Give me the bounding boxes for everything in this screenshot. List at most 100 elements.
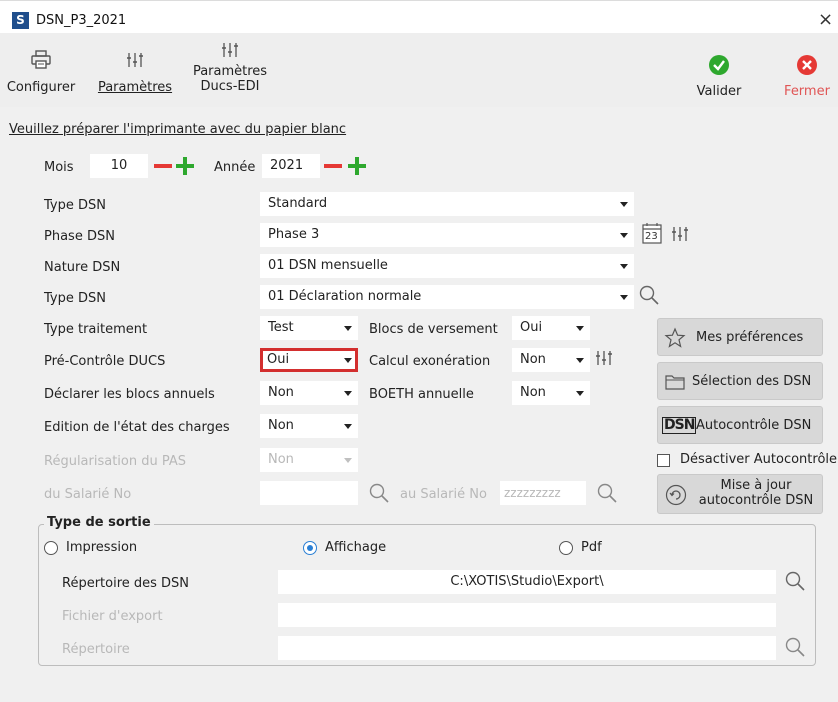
printer-icon [31,50,51,69]
type-traitement-label: Type traitement [44,322,148,337]
annee-minus-button[interactable] [324,164,342,168]
search-icon [785,571,805,591]
configurer-label: Configurer [6,80,76,95]
chevron-down-icon [576,391,584,396]
refresh-icon [665,484,687,506]
chevron-down-icon [620,264,628,269]
calcul-exoneration-select[interactable]: Non [512,348,590,372]
blocs-annuels-select[interactable]: Non [260,381,358,405]
printer-notice: Veuillez préparer l'imprimante avec du p… [9,122,347,137]
type-dsn-value: Standard [268,196,328,211]
regularisation-value: Non [268,452,294,467]
blocs-annuels-value: Non [268,385,294,400]
du-salarie-input[interactable] [260,481,358,505]
phase-dsn-label: Phase DSN [44,229,115,244]
window-close-button[interactable]: × [818,9,833,30]
window-title: DSN_P3_2021 [36,13,127,28]
mise-a-jour-autocontrole-button[interactable]: Mise à jour autocontrôle DSN [657,474,823,514]
au-salarie-input[interactable]: zzzzzzzzz [500,481,586,505]
search-icon [597,483,617,503]
pdf-label: Pdf [581,540,602,555]
affichage-label: Affichage [325,540,387,555]
edition-charges-select[interactable]: Non [260,414,358,438]
regularisation-select[interactable]: Non [260,448,358,472]
au-salarie-search-button[interactable] [596,482,618,508]
impression-radio[interactable] [44,541,58,555]
repertoire-label: Répertoire [62,642,130,657]
boeth-label: BOETH annuelle [369,387,474,402]
mes-preferences-button[interactable]: Mes préférences [657,318,823,356]
blocs-versement-value: Oui [520,320,543,335]
affichage-radio[interactable] [303,541,317,555]
search-icon [369,483,389,503]
close-circle-icon [797,55,817,75]
desactiver-autocontrole-label: Désactiver Autocontrôle [680,452,838,467]
regularisation-label: Régularisation du PAS [44,454,187,469]
search-icon [785,637,805,657]
repertoire-dsn-input[interactable]: C:\XOTIS\Studio\Export\ [278,570,776,594]
type-declaration-label: Type DSN [44,291,106,306]
valider-label: Valider [696,84,742,99]
type-declaration-select[interactable]: 01 Déclaration normale [260,285,634,309]
mois-minus-button[interactable] [154,164,172,168]
nature-dsn-select[interactable]: 01 DSN mensuelle [260,254,634,278]
au-salarie-label: au Salarié No [400,487,487,502]
pre-controle-select[interactable]: Oui [260,348,358,372]
type-dsn-select[interactable]: Standard [260,192,634,216]
calendar-day: 23 [645,231,658,242]
fermer-button[interactable]: Fermer [778,54,836,99]
folder-icon [665,375,685,390]
type-sortie-title: Type de sortie [44,515,154,530]
calendar-button[interactable]: 23 [642,222,662,244]
phase-settings-button[interactable] [670,224,690,248]
app-icon: S [12,12,29,29]
type-declaration-search-button[interactable] [638,284,660,310]
selection-dsn-button[interactable]: Sélection des DSN [657,362,823,400]
mois-plus-button[interactable] [176,157,194,175]
autocontrole-dsn-label: Autocontrôle DSN [696,418,812,433]
parametres-ducs-button[interactable]: Paramètres Ducs-EDI [186,40,274,94]
pre-controle-value: Oui [267,352,290,367]
checkmark-icon [709,55,729,75]
chevron-down-icon [344,358,352,363]
mois-input[interactable]: 10 [90,154,148,178]
blocs-annuels-label: Déclarer les blocs annuels [44,387,215,402]
type-traitement-value: Test [268,320,294,335]
status-bar [0,680,838,702]
chevron-down-icon [344,424,352,429]
valider-button[interactable]: Valider [688,54,750,99]
chevron-down-icon [620,295,628,300]
repertoire-dsn-search-button[interactable] [784,570,806,596]
mois-label: Mois [44,160,74,175]
chevron-down-icon [576,326,584,331]
fichier-export-input[interactable] [278,603,776,627]
type-traitement-select[interactable]: Test [260,316,358,340]
parametres-button[interactable]: Paramètres [92,50,178,95]
boeth-select[interactable]: Non [512,381,590,405]
chevron-down-icon [576,358,584,363]
sliders-icon [672,227,688,241]
annee-plus-button[interactable] [348,157,366,175]
boeth-value: Non [520,385,546,400]
star-icon [664,327,686,348]
chevron-down-icon [344,458,352,463]
du-salarie-search-button[interactable] [368,482,390,508]
selection-dsn-label: Sélection des DSN [692,374,812,389]
desactiver-autocontrole-checkbox[interactable] [657,454,670,467]
configurer-button[interactable]: Configurer [4,50,78,95]
calcul-exoneration-value: Non [520,352,546,367]
annee-input[interactable]: 2021 [262,154,320,178]
blocs-versement-select[interactable]: Oui [512,316,590,340]
pre-controle-label: Pré-Contrôle DUCS [44,354,166,369]
dsn-logo-icon: DSN [662,417,697,434]
repertoire-input[interactable] [278,636,776,660]
exoneration-settings-button[interactable] [594,348,614,372]
impression-label: Impression [66,540,138,555]
mise-a-jour-label-2: autocontrôle DSN [698,493,814,508]
autocontrole-dsn-button[interactable]: DSN Autocontrôle DSN [657,406,823,444]
phase-dsn-select[interactable]: Phase 3 [260,223,634,247]
parametres-ducs-label-2: Ducs-EDI [200,79,260,94]
sliders-icon [222,43,238,57]
repertoire-search-button[interactable] [784,636,806,662]
pdf-radio[interactable] [559,541,573,555]
